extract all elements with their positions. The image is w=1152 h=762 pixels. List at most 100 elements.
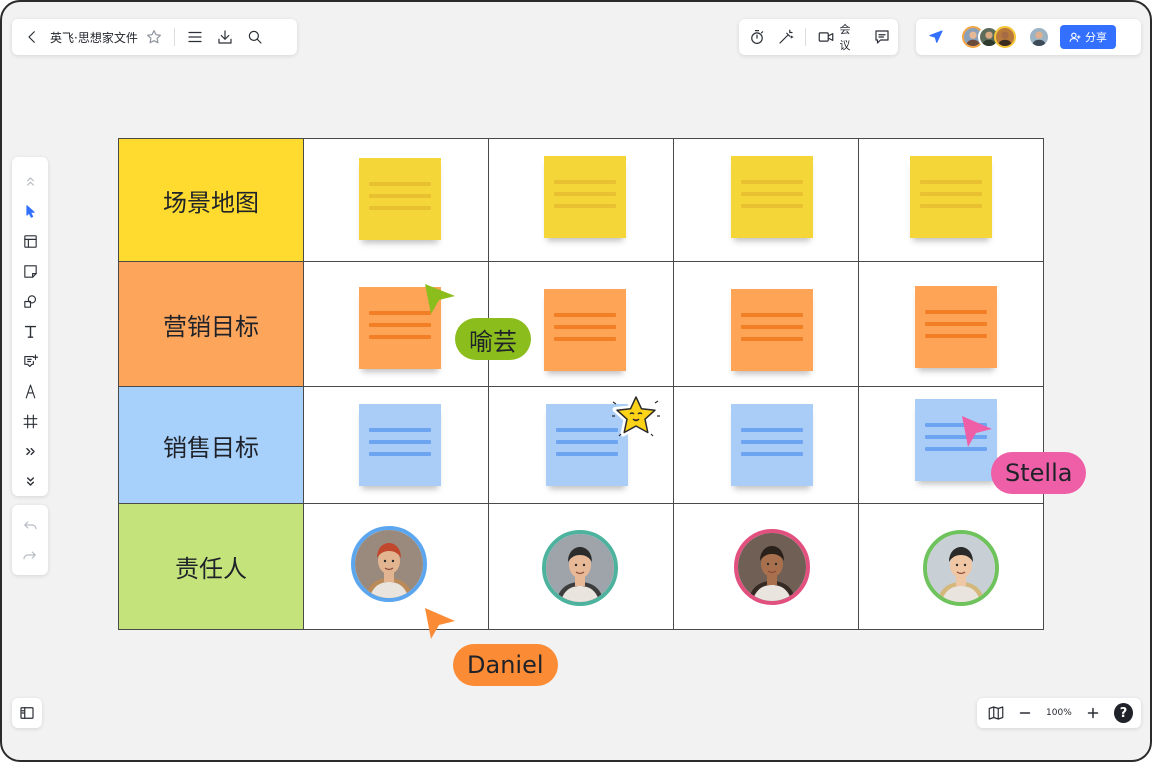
timer-icon	[750, 30, 763, 44]
back-button[interactable]	[20, 25, 44, 49]
avatar[interactable]	[994, 26, 1016, 48]
history-toolbar	[12, 505, 48, 575]
pen-tool[interactable]	[18, 379, 42, 403]
row-label-cell[interactable]: 营销目标	[118, 261, 304, 387]
cursor-follow-icon	[929, 30, 943, 43]
board-row: 责任人	[118, 503, 1044, 630]
undo-button[interactable]	[18, 513, 42, 537]
map-icon	[989, 706, 1004, 720]
owner-avatar[interactable]	[923, 530, 999, 606]
template-tool[interactable]	[18, 230, 42, 254]
meeting-label[interactable]: 会议	[840, 21, 861, 53]
sticky-note-line	[920, 204, 982, 208]
sticky-note-line	[925, 322, 987, 326]
favorite-button[interactable]	[142, 25, 166, 49]
pointer-icon	[25, 205, 35, 219]
person-icon	[1031, 31, 1047, 46]
sticky-note-line	[369, 182, 431, 186]
sticky-note-line	[554, 337, 616, 341]
add-user-icon	[1069, 32, 1081, 42]
frame-icon	[23, 414, 37, 429]
zoom-level[interactable]: 100%	[1043, 708, 1075, 718]
sticky-note-line	[369, 323, 431, 327]
minimap-button[interactable]	[985, 701, 1008, 725]
outline-toggle-button[interactable]	[12, 698, 42, 728]
sticky-note[interactable]	[359, 404, 441, 486]
zoom-out-button[interactable]	[1014, 701, 1037, 725]
more-tools-button[interactable]	[18, 439, 42, 463]
follow-cursor-button[interactable]	[924, 25, 948, 49]
expand-tools-button[interactable]	[18, 469, 42, 493]
zoom-in-button[interactable]	[1081, 701, 1104, 725]
sticky-note-line	[369, 194, 431, 198]
comment-tool[interactable]	[18, 349, 42, 373]
board-cell[interactable]	[673, 138, 859, 262]
board-cell[interactable]	[673, 386, 859, 504]
shape-tool[interactable]	[18, 290, 42, 314]
sticky-note-icon	[23, 265, 37, 278]
text-tool[interactable]	[18, 320, 42, 344]
sticky-note-line	[554, 313, 616, 317]
row-label-cell[interactable]: 销售目标	[118, 386, 304, 504]
help-button[interactable]: ?	[1113, 703, 1133, 723]
board-row: 营销目标	[118, 261, 1044, 387]
sticky-note-line	[741, 192, 803, 196]
shapes-icon	[23, 295, 36, 308]
owner-avatar[interactable]	[734, 529, 810, 605]
sticky-note[interactable]	[544, 289, 626, 371]
zoom-toolbar: 100% ?	[977, 698, 1141, 728]
timer-button[interactable]	[745, 25, 768, 49]
sticky-note[interactable]	[731, 156, 813, 238]
sidebar-toggle[interactable]	[15, 701, 39, 725]
frame-tool[interactable]	[18, 409, 42, 433]
board-cell[interactable]	[673, 503, 859, 630]
sticky-note[interactable]	[910, 156, 992, 238]
star-sticker[interactable]	[611, 392, 661, 440]
sticky-note[interactable]	[731, 404, 813, 486]
document-title[interactable]: 英飞·思想家文件	[50, 29, 138, 46]
sticky-note-line	[741, 452, 803, 456]
board-cell[interactable]	[303, 503, 489, 630]
chevron-left-icon	[28, 31, 35, 43]
board-cell[interactable]	[858, 138, 1044, 262]
row-label-cell[interactable]: 场景地图	[118, 138, 304, 262]
menu-button[interactable]	[183, 25, 207, 49]
share-button[interactable]: 分享	[1060, 25, 1116, 49]
search-button[interactable]	[243, 25, 267, 49]
board-cell[interactable]	[488, 138, 674, 262]
magic-button[interactable]	[774, 25, 797, 49]
collaborator-name: 喻芸	[469, 327, 517, 356]
row-label-cell[interactable]: 责任人	[118, 503, 304, 630]
owner-avatar[interactable]	[542, 530, 618, 606]
video-camera-icon	[818, 32, 834, 42]
redo-button[interactable]	[18, 543, 42, 567]
sticky-note-line	[369, 452, 431, 456]
sticky-note-line	[920, 180, 982, 184]
menu-icon	[188, 31, 202, 43]
sticky-note[interactable]	[731, 289, 813, 371]
sticky-note[interactable]	[359, 158, 441, 240]
board-cell[interactable]	[303, 386, 489, 504]
collaborator-name: Stella	[1005, 459, 1073, 487]
online-users[interactable]	[962, 26, 1016, 48]
owner-avatar[interactable]	[351, 526, 427, 602]
current-user-avatar[interactable]	[1028, 26, 1050, 48]
board-cell[interactable]	[303, 138, 489, 262]
sticky-note[interactable]	[544, 156, 626, 238]
sticky-note-tool[interactable]	[18, 260, 42, 284]
board-cell[interactable]	[858, 503, 1044, 630]
sticky-note[interactable]	[915, 286, 997, 368]
meeting-button[interactable]	[814, 25, 837, 49]
collapse-toolbar-button[interactable]	[18, 170, 42, 194]
comment-icon	[875, 30, 889, 44]
chevrons-up-icon	[26, 177, 34, 187]
select-tool[interactable]	[18, 200, 42, 224]
layout-icon	[23, 235, 37, 248]
board-cell[interactable]	[673, 261, 859, 387]
comments-button[interactable]	[871, 25, 894, 49]
undo-icon	[24, 521, 37, 530]
download-button[interactable]	[213, 25, 237, 49]
sticky-note-line	[556, 440, 618, 444]
board-cell[interactable]	[858, 261, 1044, 387]
board-cell[interactable]	[488, 503, 674, 630]
